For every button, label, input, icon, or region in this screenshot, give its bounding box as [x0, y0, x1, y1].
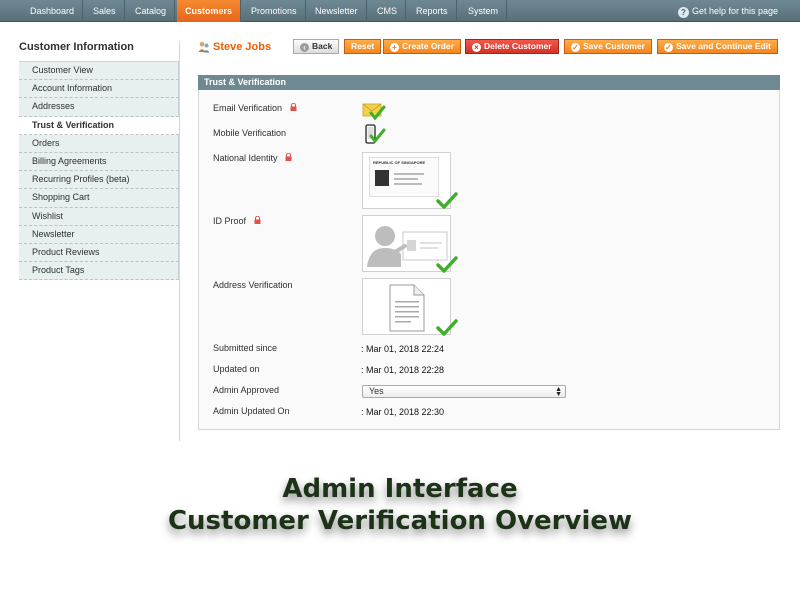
submitted-since-value: : Mar 01, 2018 22:24 — [361, 344, 445, 354]
address-verification-label: Address Verification — [213, 280, 293, 290]
help-text: Get help for this page — [691, 6, 778, 16]
email-verification-text: Email Verification — [213, 103, 283, 113]
sidebar-title: Customer Information — [19, 41, 134, 53]
national-identity-text: National Identity — [213, 153, 278, 163]
back-button[interactable]: ‹ Back — [293, 39, 340, 54]
plus-icon: + — [390, 43, 399, 52]
checkmark-icon — [436, 256, 458, 273]
delete-customer-button[interactable]: × Delete Customer — [465, 39, 559, 54]
caption-line-1: Admin Interface — [282, 474, 518, 504]
sidebar-item-billing-agreements[interactable]: Billing Agreements — [19, 152, 179, 172]
sidebar-item-wishlist[interactable]: Wishlist — [19, 207, 179, 226]
nav-customers[interactable]: Customers — [177, 0, 242, 22]
sidebar-item-orders[interactable]: Orders — [19, 134, 179, 153]
checkmark-icon: ✓ — [571, 43, 580, 52]
sidebar-item-addresses[interactable]: Addresses — [19, 98, 179, 117]
checkmark-icon: ✓ — [664, 43, 673, 52]
back-arrow-icon: ‹ — [300, 43, 309, 52]
document-icon — [389, 284, 425, 332]
lock-icon — [285, 153, 292, 161]
admin-approved-value: Yes — [369, 386, 384, 396]
sidebar-item-product-reviews[interactable]: Product Reviews — [19, 243, 179, 263]
sidebar-item-trust-verification[interactable]: Trust & Verification — [19, 116, 179, 135]
id-card-graphic: REPUBLIC OF SINGAPORE — [369, 157, 439, 197]
sidebar-divider — [179, 41, 180, 441]
sidebar-list: Customer View Account Information Addres… — [19, 61, 179, 281]
sidebar-item-newsletter[interactable]: Newsletter — [19, 225, 179, 244]
save-continue-button[interactable]: ✓ Save and Continue Edit — [657, 39, 778, 54]
admin-approved-label: Admin Approved — [213, 385, 280, 395]
nav-catalog[interactable]: Catalog — [127, 0, 176, 22]
updated-on-value: : Mar 01, 2018 22:28 — [361, 365, 445, 375]
checkmark-icon — [436, 319, 458, 336]
id-proof-text: ID Proof — [213, 216, 247, 226]
nav-sales[interactable]: Sales — [85, 0, 125, 22]
customer-name-title: Steve Jobs — [213, 41, 272, 53]
panel-title: Trust & Verification — [198, 75, 780, 90]
admin-updated-on-label: Admin Updated On — [213, 406, 290, 416]
national-identity-label: National Identity — [213, 153, 292, 163]
create-order-label: Create Order — [402, 41, 454, 51]
delete-icon: × — [472, 43, 481, 52]
select-arrows-icon: ▲ ▼ — [555, 386, 562, 398]
top-nav: Dashboard Sales Catalog Customers Promot… — [0, 0, 800, 22]
id-photo — [375, 170, 389, 186]
admin-approved-select[interactable]: Yes ▲ ▼ — [362, 385, 566, 398]
save-continue-label: Save and Continue Edit — [676, 41, 771, 51]
help-link[interactable]: ? Get help for this page — [677, 0, 778, 22]
id-card-header: REPUBLIC OF SINGAPORE — [373, 160, 426, 165]
checkmark-icon — [436, 192, 458, 209]
sidebar-item-customer-view[interactable]: Customer View — [19, 62, 179, 81]
nav-newsletter[interactable]: Newsletter — [307, 0, 367, 22]
reset-button[interactable]: Reset — [344, 39, 382, 54]
sidebar-item-product-tags[interactable]: Product Tags — [19, 262, 179, 281]
nav-system[interactable]: System — [460, 0, 508, 22]
id-proof-label: ID Proof — [213, 216, 261, 226]
email-verification-label: Email Verification — [213, 103, 297, 113]
save-customer-label: Save Customer — [583, 41, 645, 51]
help-icon: ? — [677, 7, 689, 18]
verification-panel — [198, 90, 780, 430]
sidebar-item-shopping-cart[interactable]: Shopping Cart — [19, 189, 179, 208]
nav-dashboard[interactable]: Dashboard — [22, 0, 84, 22]
admin-updated-on-value: : Mar 01, 2018 22:30 — [361, 407, 445, 417]
updated-on-label: Updated on — [213, 364, 260, 374]
customer-icon — [198, 41, 210, 53]
mobile-verified-icon — [365, 124, 386, 144]
mobile-verification-label: Mobile Verification — [213, 128, 287, 138]
delete-customer-label: Delete Customer — [484, 41, 552, 51]
sidebar-item-recurring-profiles[interactable]: Recurring Profiles (beta) — [19, 171, 179, 190]
nav-cms[interactable]: CMS — [369, 0, 406, 22]
sidebar-item-account-information[interactable]: Account Information — [19, 80, 179, 99]
reset-button-label: Reset — [351, 41, 375, 51]
caption-line-2: Customer Verification Overview — [167, 506, 633, 536]
save-customer-button[interactable]: ✓ Save Customer — [564, 39, 652, 54]
nav-reports[interactable]: Reports — [408, 0, 457, 22]
lock-icon — [254, 216, 261, 224]
create-order-button[interactable]: + Create Order — [383, 39, 461, 54]
lock-icon — [290, 103, 297, 111]
submitted-since-label: Submitted since — [213, 343, 278, 353]
back-button-label: Back — [312, 41, 333, 51]
nav-promotions[interactable]: Promotions — [243, 0, 306, 22]
email-verified-icon — [362, 103, 386, 121]
